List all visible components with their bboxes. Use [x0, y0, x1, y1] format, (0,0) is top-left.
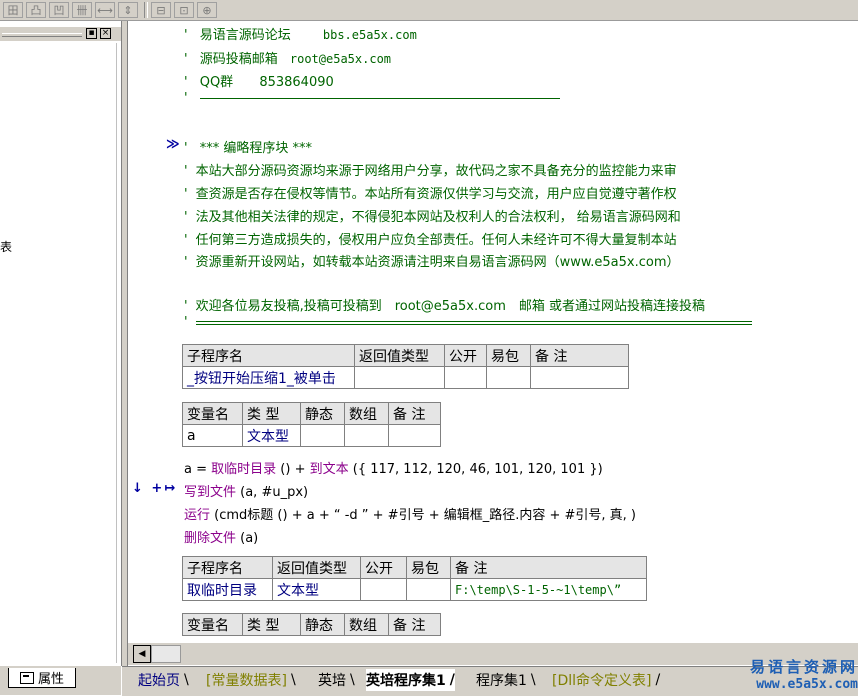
- tab-program-set-1[interactable]: 程序集1 \: [476, 669, 536, 691]
- column-width-icon[interactable]: ⟷: [95, 2, 115, 18]
- header-cell: 备 注: [450, 556, 647, 579]
- header-cell: 公开: [444, 344, 487, 367]
- comment-line: ' 源码投稿邮箱 root@e5a5x.com: [184, 52, 392, 67]
- row-height-icon[interactable]: ⇕: [118, 2, 138, 18]
- header-cell: 子程序名: [182, 556, 273, 579]
- remark-cell[interactable]: [530, 366, 629, 389]
- code-statement[interactable]: 删除文件 (a): [184, 527, 258, 546]
- notice-line: ' 法及其他相关法律的规定，不得侵犯本网站及权利人的合法权利， 给易语言源码网和: [184, 210, 681, 225]
- public-cell[interactable]: [444, 366, 487, 389]
- comment-divider: ': [184, 315, 752, 330]
- watermark-title: 易语言资源网: [749, 658, 858, 676]
- header-cell: 返回值类型: [354, 344, 445, 367]
- header-cell: 子程序名: [182, 344, 355, 367]
- comment-line: ' QQ群 853864090: [184, 75, 334, 90]
- insert-row-below-icon[interactable]: 凹: [49, 2, 69, 18]
- left-tabbar: 属性: [0, 666, 121, 695]
- site-watermark: 易语言资源网 www.e5a5x.com: [735, 656, 858, 692]
- header-cell: 类 型: [242, 613, 301, 636]
- header-cell: 备 注: [388, 613, 441, 636]
- return-type-cell[interactable]: 文本型: [272, 578, 361, 601]
- panel-close-icon[interactable]: ×: [100, 28, 111, 39]
- static-cell[interactable]: [300, 424, 345, 447]
- remark-cell[interactable]: [388, 424, 441, 447]
- tab-properties-label: 属性: [37, 672, 64, 687]
- fold-marker-icon[interactable]: ≫: [166, 137, 180, 152]
- tab-start-page[interactable]: 起始页 \: [138, 669, 189, 691]
- tab-yingpei-program-set-1[interactable]: 英培程序集1/: [366, 669, 455, 691]
- top-toolbar: 田 凸 凹 卌 ⟷ ⇕ ⊟ ⊡ ⊕: [0, 0, 858, 21]
- header-cell: 数组: [344, 613, 389, 636]
- header-cell: 备 注: [388, 402, 441, 425]
- notice-line: ' 查资源是否存在侵权等情节。本站所有资源仅供学习与交流，用户应自觉遵守著作权: [184, 187, 677, 202]
- table-grid-icon[interactable]: 田: [3, 2, 23, 18]
- split-cell-icon[interactable]: ⊕: [197, 2, 217, 18]
- comment-divider: ': [184, 91, 560, 106]
- header-cell: 返回值类型: [272, 556, 361, 579]
- tab-constant-table[interactable]: [常量数据表] \: [206, 669, 296, 691]
- panel-minimize-icon[interactable]: ▪: [86, 28, 97, 39]
- notice-line: ' 本站大部分源码资源均来源于网络用户分享，故代码之家不具备充分的监控能力来审: [184, 164, 677, 179]
- variable-type-cell[interactable]: 文本型: [242, 424, 301, 447]
- cursor-marker-icon: ↓ +↦: [132, 481, 178, 496]
- header-cell: 易包: [486, 344, 531, 367]
- left-panel-clipped-text: 表: [0, 240, 13, 254]
- insert-row-above-icon[interactable]: 凸: [26, 2, 46, 18]
- block-title: ' *** 编略程序块 ***: [184, 141, 312, 156]
- left-panel-body: 表: [0, 43, 117, 663]
- header-cell: 静态: [300, 613, 345, 636]
- subroutine-table: 子程序名 返回值类型 公开 易包 备 注 取临时目录 文本型 F:\temp\S…: [182, 556, 647, 601]
- code-editor[interactable]: ' 易语言源码论坛 bbs.e5a5x.com ' 源码投稿邮箱 root@e5…: [128, 21, 858, 643]
- notice-line: ' 任何第三方造成损失的，侵权用户应负全部责任。任何人未经许可不得大量复制本站: [184, 233, 677, 248]
- scroll-left-icon[interactable]: ◀: [133, 645, 151, 663]
- header-cell: 变量名: [182, 402, 243, 425]
- scroll-thumb[interactable]: [151, 645, 181, 663]
- panel-grip: [2, 33, 82, 37]
- public-cell[interactable]: [360, 578, 407, 601]
- tab-yingpei[interactable]: 英培 \: [318, 669, 355, 691]
- variable-table: 变量名 类 型 静态 数组 备 注 a 文本型: [182, 402, 441, 447]
- variable-table: 变量名 类 型 静态 数组 备 注: [182, 613, 441, 636]
- header-cell: 备 注: [530, 344, 629, 367]
- subroutine-name-cell[interactable]: 取临时目录: [182, 578, 273, 601]
- tab-properties[interactable]: 属性: [8, 668, 76, 688]
- code-statement[interactable]: a = 取临时目录 () + 到文本 ({ 117, 112, 120, 46,…: [184, 458, 603, 477]
- welcome-line: ' 欢迎各位易友投稿,投稿可投稿到 root@e5a5x.com 邮箱 或者通过网…: [184, 299, 706, 314]
- watermark-url: www.e5a5x.com: [756, 677, 858, 692]
- return-type-cell[interactable]: [354, 366, 445, 389]
- code-statement[interactable]: 运行 (cmd标题 () + a + “ -d ” + #引号 + 编辑框_路径…: [184, 504, 636, 523]
- toolbar-separator: [144, 2, 148, 18]
- tab-dll-command-table[interactable]: [Dll命令定义表] /: [552, 669, 660, 691]
- subroutine-name-cell[interactable]: _按钮开始压缩1_被单击: [182, 366, 355, 389]
- header-cell: 公开: [360, 556, 407, 579]
- package-cell[interactable]: [406, 578, 451, 601]
- variable-name-cell[interactable]: a: [182, 424, 243, 447]
- package-cell[interactable]: [486, 366, 531, 389]
- header-cell: 变量名: [182, 613, 243, 636]
- properties-icon: [19, 671, 34, 684]
- notice-line: ' 资源重新开设网站，如转载本站资源请注明来自易语言源码网（www.e5a5x.c…: [184, 255, 680, 270]
- comment-line: ' 易语言源码论坛 bbs.e5a5x.com: [184, 28, 417, 43]
- left-panel: ▪ × 表: [0, 21, 122, 666]
- left-panel-titlebar[interactable]: ▪ ×: [0, 27, 121, 41]
- remark-cell[interactable]: F:\temp\S-1-5-~1\temp\”: [450, 578, 647, 601]
- merge-horizontal-icon[interactable]: ⊟: [151, 2, 171, 18]
- header-cell: 静态: [300, 402, 345, 425]
- code-statement[interactable]: 写到文件 (a, #u_px): [184, 481, 308, 500]
- subroutine-table: 子程序名 返回值类型 公开 易包 备 注 _按钮开始压缩1_被单击: [182, 344, 629, 389]
- insert-column-icon[interactable]: 卌: [72, 2, 92, 18]
- array-cell[interactable]: [344, 424, 389, 447]
- header-cell: 类 型: [242, 402, 301, 425]
- header-cell: 数组: [344, 402, 389, 425]
- header-cell: 易包: [406, 556, 451, 579]
- merge-vertical-icon[interactable]: ⊡: [174, 2, 194, 18]
